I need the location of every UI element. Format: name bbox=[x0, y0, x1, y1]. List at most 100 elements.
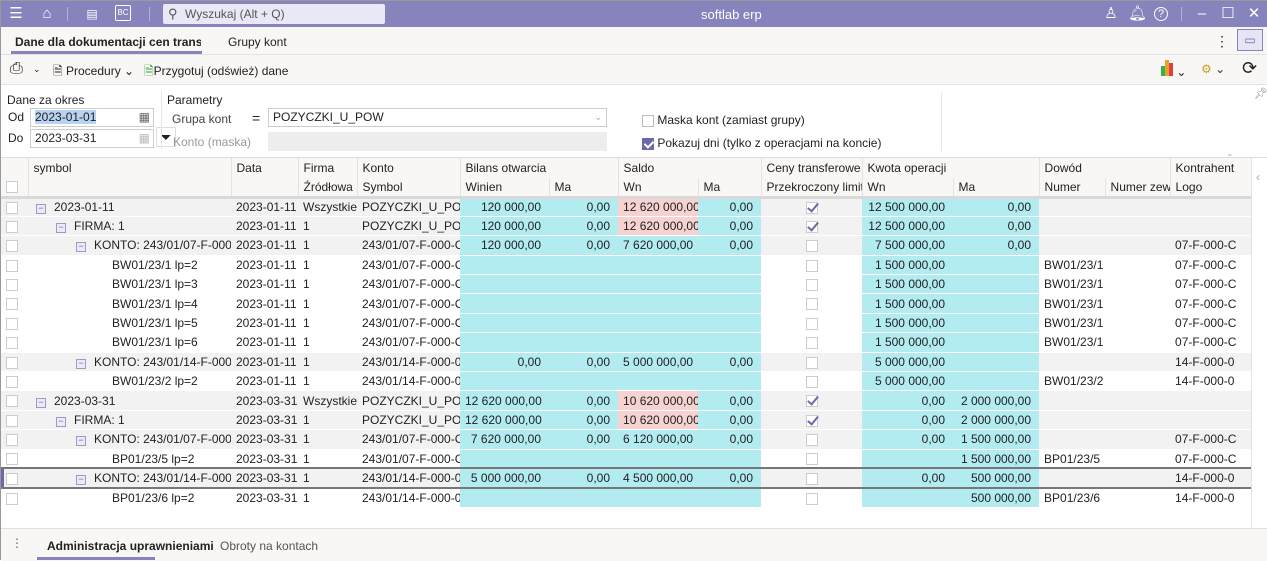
limit-checkbox[interactable] bbox=[761, 293, 863, 314]
table-row[interactable]: −2023-03-31 2023-03-31 Wszystkie POZYCZKI_U… bbox=[1, 390, 1252, 411]
tab-account-turnover[interactable]: Obroty na kontach bbox=[220, 539, 318, 553]
limit-checkbox[interactable] bbox=[761, 274, 863, 295]
col-konto-symbol[interactable]: Symbol bbox=[357, 177, 461, 199]
home-icon[interactable]: ⌂ bbox=[38, 5, 56, 23]
table-row[interactable]: −FIRMA: 12023-03-311POZYCZKI_U_POW12 620… bbox=[1, 410, 1252, 431]
show-days-checkbox[interactable]: Pokazuj dni (tylko z operacjami na konci… bbox=[642, 136, 881, 150]
limit-checkbox[interactable] bbox=[761, 429, 863, 450]
col-kwota-wn[interactable]: Wn bbox=[862, 177, 954, 199]
limit-checkbox[interactable] bbox=[761, 390, 863, 411]
limit-checkbox[interactable] bbox=[761, 255, 863, 276]
limit-checkbox[interactable] bbox=[761, 410, 863, 431]
tab-admin-permissions[interactable]: Administracja uprawnieniami bbox=[47, 539, 214, 553]
row-checkbox[interactable] bbox=[1, 255, 28, 276]
table-row[interactable]: BW01/23/1 lp=3 2023-01-11 1 243/01/07-F-000… bbox=[1, 274, 1252, 295]
limit-checkbox[interactable] bbox=[761, 313, 863, 334]
row-checkbox[interactable] bbox=[1, 429, 28, 450]
calendar-icon[interactable]: ▦ bbox=[139, 130, 150, 147]
row-checkbox[interactable] bbox=[1, 235, 28, 256]
limit-checkbox[interactable] bbox=[761, 216, 863, 237]
close-icon[interactable]: ✕ bbox=[1245, 5, 1263, 23]
row-checkbox[interactable] bbox=[1, 390, 28, 411]
col-saldo-ma[interactable]: Ma bbox=[698, 177, 762, 199]
search-input[interactable]: ⚲ Wyszukaj (Alt + Q) bbox=[163, 4, 385, 24]
limit-checkbox[interactable] bbox=[761, 371, 863, 392]
row-checkbox[interactable] bbox=[1, 410, 28, 431]
limit-checkbox[interactable] bbox=[761, 449, 863, 469]
table-row[interactable]: − KONTO: 243/01/07-F-000-C 2023-03-31 1 243/… bbox=[1, 429, 1252, 450]
procedures-button[interactable]: 🗎 Procedury ⌄ bbox=[53, 62, 134, 83]
collapse-toggle-icon[interactable]: − bbox=[76, 475, 86, 486]
from-date-input[interactable]: 2023-01-01 ▦ bbox=[30, 108, 154, 127]
table-row[interactable]: − KONTO: 243/01/14-F-000-0 2023-01-11 1 243/… bbox=[1, 352, 1252, 373]
collapse-toggle-icon[interactable]: − bbox=[76, 436, 86, 447]
col-saldo-wn[interactable]: Wn bbox=[618, 177, 699, 199]
col-bo-ma[interactable]: Ma bbox=[549, 177, 619, 199]
chevron-left-icon[interactable]: ‹ bbox=[1256, 170, 1260, 184]
select-all-checkbox[interactable] bbox=[1, 177, 29, 199]
tab-transfer-pricing-data[interactable]: Dane dla dokumentacji cen transferow bbox=[15, 35, 201, 49]
row-checkbox[interactable] bbox=[1, 274, 28, 295]
table-row[interactable]: −FIRMA: 12023-01-111POZYCZKI_U_POW120 00… bbox=[1, 216, 1252, 237]
minimize-icon[interactable]: – bbox=[1193, 5, 1211, 23]
table-row[interactable]: BP01/23/5 lp=2 2023-03-31 1 243/01/07-F-000… bbox=[1, 449, 1252, 469]
limit-checkbox[interactable] bbox=[761, 235, 863, 256]
col-bo-winien[interactable]: Winien bbox=[460, 177, 550, 199]
limit-checkbox[interactable] bbox=[761, 332, 863, 353]
collapse-toggle-icon[interactable]: − bbox=[36, 397, 46, 408]
collapse-toggle-icon[interactable]: − bbox=[76, 358, 86, 369]
more-icon[interactable]: ⋮ bbox=[11, 536, 23, 550]
collapse-toggle-icon[interactable]: − bbox=[56, 416, 66, 427]
row-checkbox[interactable] bbox=[1, 293, 28, 314]
limit-checkbox[interactable] bbox=[761, 467, 863, 489]
bell-icon[interactable]: 🔔︎ bbox=[1128, 5, 1147, 23]
table-row[interactable]: −2023-01-11 2023-01-11 Wszystkie POZYCZKI_U… bbox=[1, 197, 1252, 217]
print-icon[interactable]: ⎙ bbox=[10, 60, 23, 78]
group-operator[interactable]: = bbox=[252, 110, 260, 126]
col-konto[interactable]: Konto bbox=[357, 158, 461, 178]
tab-account-groups[interactable]: Grupy kont bbox=[228, 35, 287, 49]
to-date-input[interactable]: 2023-03-31 ▦ bbox=[30, 129, 154, 148]
col-kwota-ma[interactable]: Ma bbox=[953, 177, 1040, 199]
col-firma[interactable]: Firma bbox=[298, 158, 358, 178]
settings-report-icon[interactable]: ⚙ ⌄ bbox=[1201, 62, 1225, 76]
table-row[interactable]: BW01/23/1 lp=6 2023-01-11 1 243/01/07-F-000… bbox=[1, 332, 1252, 353]
row-checkbox[interactable] bbox=[1, 197, 28, 217]
row-checkbox[interactable] bbox=[1, 467, 28, 489]
limit-checkbox[interactable] bbox=[761, 197, 863, 217]
row-checkbox[interactable] bbox=[1, 371, 28, 392]
row-checkbox[interactable] bbox=[1, 352, 28, 373]
more-icon[interactable]: ⋮ bbox=[1215, 33, 1229, 50]
table-row[interactable]: BW01/23/1 lp=2 2023-01-11 1 243/01/07-F-000… bbox=[1, 255, 1252, 276]
calendar-icon[interactable]: ▦ bbox=[139, 109, 150, 126]
chat-icon[interactable]: ▭ bbox=[1237, 29, 1263, 51]
col-symbol[interactable]: symbol bbox=[28, 158, 232, 178]
refresh-icon[interactable]: ⟳ bbox=[1242, 58, 1257, 79]
table-row[interactable]: − KONTO: 243/01/14-F-000-0 2023-03-31 1 243/… bbox=[1, 467, 1252, 489]
collapse-toggle-icon[interactable]: − bbox=[76, 242, 86, 253]
col-numer[interactable]: Numer bbox=[1039, 177, 1106, 199]
row-checkbox[interactable] bbox=[1, 332, 28, 353]
collapse-toggle-icon[interactable]: − bbox=[36, 204, 46, 215]
chevron-down-icon[interactable]: ⌄ bbox=[33, 64, 41, 75]
col-logo[interactable]: Logo bbox=[1170, 177, 1252, 199]
pin-icon[interactable]: 📌︎ bbox=[1254, 87, 1267, 100]
menu-icon[interactable]: ☰ bbox=[7, 5, 25, 23]
row-checkbox[interactable] bbox=[1, 487, 28, 508]
mask-accounts-checkbox[interactable]: Maska kont (zamiast grupy) bbox=[642, 113, 805, 127]
help-icon[interactable]: ? bbox=[1154, 7, 1168, 21]
user-icon[interactable]: ♙ bbox=[1102, 5, 1120, 23]
collapse-toggle-icon[interactable]: − bbox=[56, 223, 66, 234]
row-checkbox[interactable] bbox=[1, 313, 28, 334]
maximize-icon[interactable]: ☐ bbox=[1219, 5, 1237, 23]
col-limit[interactable]: Przekroczony limit bbox=[761, 177, 863, 199]
grid-side-panel[interactable]: ‹ bbox=[1251, 158, 1267, 528]
bc-icon[interactable]: BC bbox=[115, 5, 131, 21]
col-firma-zrodlowa[interactable]: Źródłowa bbox=[298, 177, 358, 199]
table-row[interactable]: BW01/23/1 lp=4 2023-01-11 1 243/01/07-F-000… bbox=[1, 293, 1252, 314]
row-checkbox[interactable] bbox=[1, 449, 28, 469]
prepare-data-button[interactable]: 🗎Przygotuj (odśwież) dane bbox=[144, 62, 288, 83]
col-numer-zew[interactable]: Numer zew. bbox=[1105, 177, 1171, 199]
limit-checkbox[interactable] bbox=[761, 352, 863, 373]
group-select[interactable]: POZYCZKI_U_POW ⌄ bbox=[268, 108, 607, 127]
